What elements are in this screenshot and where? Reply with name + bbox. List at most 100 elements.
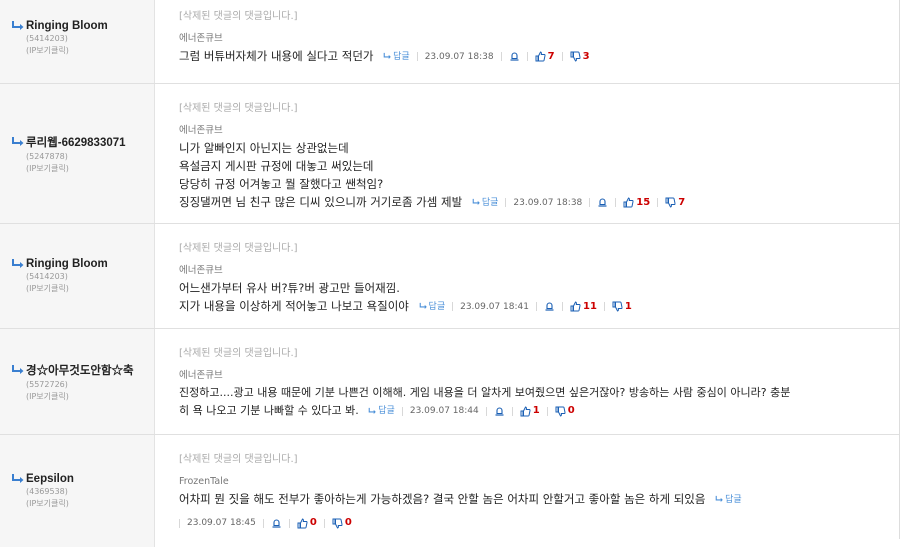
reply-meta: 답글 — [709, 491, 742, 509]
reply-arrow-icon — [12, 364, 24, 374]
downvote-count: 7 — [678, 196, 686, 208]
thumbs-up-icon[interactable] — [535, 51, 546, 62]
upvote-count: 0 — [309, 517, 317, 528]
upvote-count: 11 — [583, 300, 597, 312]
divider — [416, 52, 418, 61]
reply-button[interactable]: 답글 — [429, 298, 446, 316]
comment-content: [삭제된 댓글의 댓글입니다.] 에너존큐브 어느샌가부터 유사 버?튜?버 광… — [155, 224, 900, 328]
comment-row: Ringing Bloom (5414203) (IP보기클릭) [삭제된 댓글… — [0, 224, 900, 329]
comment-row: 경☆아무것도안함☆축 (5572726) (IP보기클릭) [삭제된 댓글의 댓… — [0, 329, 900, 435]
thumbs-up-icon[interactable] — [297, 517, 308, 529]
upvote-count: 7 — [547, 50, 555, 62]
thumbs-down-icon[interactable] — [612, 301, 623, 312]
nickname[interactable]: Ringing Bloom — [26, 258, 108, 270]
user-id: (5414203) — [26, 272, 68, 281]
divider — [615, 198, 617, 207]
comment-body: 어차피 뭔 짓을 해도 전부가 좋아하는게 가능하겠음? 결국 안할 놈은 어차… — [179, 490, 890, 532]
divider — [561, 52, 563, 61]
thumbs-down-icon[interactable] — [332, 518, 343, 529]
thumbs-down-icon[interactable] — [665, 197, 676, 208]
thumbs-down-icon[interactable] — [570, 51, 581, 62]
bell-icon[interactable] — [597, 197, 608, 208]
comment-author-panel: 경☆아무것도안함☆축 (5572726) (IP보기클릭) — [0, 329, 155, 434]
downvote-count: 0 — [567, 405, 575, 416]
ip-view-link[interactable]: (IP보기클릭) — [26, 499, 154, 509]
ip-view-link[interactable]: (IP보기클릭) — [26, 46, 154, 56]
nickname[interactable]: 경☆아무것도안함☆축 — [26, 362, 134, 378]
thumbs-up-icon[interactable] — [570, 301, 581, 312]
comment-author-panel: Ringing Bloom (5414203) (IP보기클릭) — [0, 0, 155, 83]
comment-line: 욕설금지 게시판 규정에 대놓고 써있는데 — [179, 159, 374, 173]
comment-date: 23.09.07 18:38 — [513, 197, 583, 208]
comment-date: 23.09.07 18:45 — [187, 518, 256, 528]
comment-line: 그럼 버튜버자체가 내용에 실다고 적던가 — [179, 49, 374, 63]
comment-line: 진정하고....광고 내용 때문에 기분 나쁜건 이해해. 게임 내용을 더 알… — [179, 386, 791, 399]
nickname[interactable]: 루리웹-6629833071 — [26, 134, 126, 150]
reply-arrow-icon — [419, 302, 427, 309]
comment-meta: 답글 23.09.07 18:44 1 0 — [362, 402, 575, 420]
user-id: (4369538) — [26, 487, 68, 496]
bell-icon[interactable] — [509, 51, 520, 62]
ip-view-link[interactable]: (IP보기클릭) — [26, 284, 154, 294]
comment-line: 히 욕 나오고 기분 나빠할 수 있다고 봐. — [179, 404, 359, 417]
comment-meta: 답글 23.09.07 18:38 15 7 — [466, 194, 685, 212]
reply-arrow-icon — [12, 259, 24, 268]
upvote-count: 15 — [636, 196, 651, 208]
comment-line: 니가 알빠인지 아닌지는 상관없는데 — [179, 141, 349, 155]
divider — [179, 518, 180, 528]
divider — [401, 406, 403, 416]
divider — [589, 198, 591, 207]
comment-content: [삭제된 댓글의 댓글입니다.] FrozenTale 어차피 뭔 짓을 해도 … — [155, 435, 900, 547]
divider — [500, 52, 502, 61]
reply-arrow-icon — [12, 474, 24, 483]
user-id: (5572726) — [26, 379, 68, 389]
divider — [511, 406, 513, 416]
ip-view-link[interactable]: (IP보기클릭) — [26, 392, 154, 402]
user-id: (5247878) — [26, 151, 68, 161]
divider — [657, 198, 659, 207]
thumbs-down-icon[interactable] — [555, 406, 566, 417]
reply-target-author: 에너존큐브 — [179, 125, 223, 136]
comment-author-panel: Eepsilon (4369538) (IP보기클릭) — [0, 435, 155, 547]
divider — [288, 518, 290, 528]
comment-row: Eepsilon (4369538) (IP보기클릭) [삭제된 댓글의 댓글입… — [0, 435, 900, 547]
reply-button[interactable]: 답글 — [393, 48, 410, 66]
nickname[interactable]: Eepsilon — [26, 473, 74, 485]
nickname[interactable]: Ringing Bloom — [26, 20, 108, 32]
divider — [536, 302, 537, 311]
deleted-parent-notice: [삭제된 댓글의 댓글입니다.] — [179, 454, 298, 465]
divider — [526, 52, 528, 61]
ip-view-link[interactable]: (IP보기클릭) — [26, 164, 154, 174]
divider — [546, 406, 548, 416]
divider — [505, 198, 507, 207]
divider — [485, 406, 487, 416]
comment-content: [삭제된 댓글의 댓글입니다.] 에너존큐브 진정하고....광고 내용 때문에… — [155, 329, 900, 434]
bell-icon[interactable] — [271, 518, 282, 529]
comment-body: 진정하고....광고 내용 때문에 기분 나쁜건 이해해. 게임 내용을 더 알… — [179, 384, 896, 420]
upvote-count: 1 — [532, 405, 540, 416]
reply-button[interactable]: 답글 — [482, 194, 499, 212]
reply-arrow-icon — [12, 20, 24, 30]
comment-row: Ringing Bloom (5414203) (IP보기클릭) [삭제된 댓글… — [0, 0, 900, 84]
divider — [603, 302, 605, 311]
reply-arrow-icon — [12, 136, 24, 146]
divider — [562, 302, 563, 311]
thumbs-up-icon[interactable] — [520, 405, 531, 417]
reply-arrow-icon — [383, 52, 391, 59]
comment-author-panel: Ringing Bloom (5414203) (IP보기클릭) — [0, 224, 155, 328]
reply-button[interactable]: 답글 — [378, 402, 395, 420]
comment-line: 어차피 뭔 짓을 해도 전부가 좋아하는게 가능하겠음? 결국 안할 놈은 어차… — [179, 492, 706, 506]
comment-author-panel: 루리웹-6629833071 (5247878) (IP보기클릭) — [0, 84, 155, 223]
thumbs-up-icon[interactable] — [623, 197, 634, 208]
reply-button[interactable]: 답글 — [725, 491, 742, 509]
comment-meta: 답글 23.09.07 18:41 11 1 — [413, 298, 632, 316]
comment-date: 23.09.07 18:38 — [424, 51, 494, 62]
comment-body: 그럼 버튜버자체가 내용에 실다고 적던가 답글 23.09.07 18:38 … — [179, 47, 890, 66]
bell-icon[interactable] — [494, 406, 505, 417]
bell-icon[interactable] — [544, 301, 555, 312]
downvote-count: 1 — [624, 300, 632, 312]
reply-target-author: 에너존큐브 — [179, 370, 223, 381]
downvote-count: 3 — [582, 50, 590, 62]
comment-body: 어느샌가부터 유사 버?튜?버 광고만 들어재낌. 지가 내용을 이상하게 적어… — [179, 279, 890, 316]
comment-line: 어느샌가부터 유사 버?튜?버 광고만 들어재낌. — [179, 281, 400, 295]
